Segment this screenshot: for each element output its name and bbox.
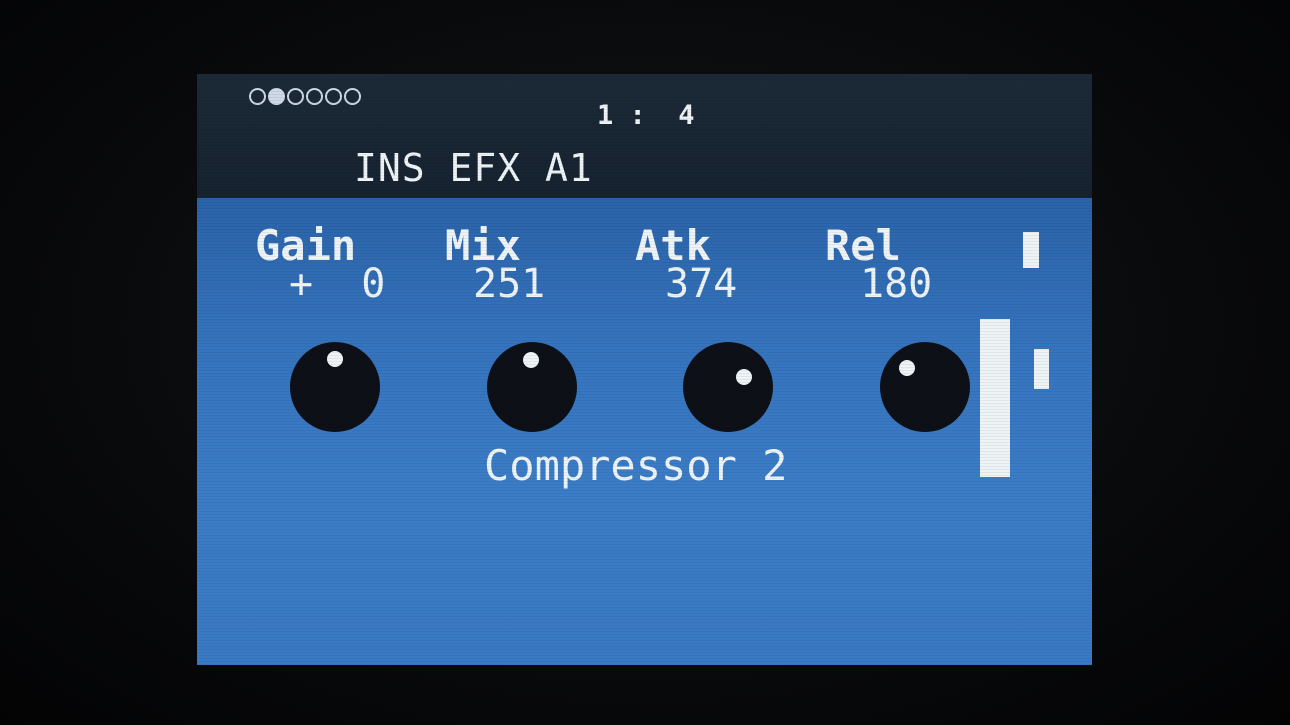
scroll-indicator (1034, 349, 1049, 389)
effect-type-label: Compressor 2 (484, 441, 788, 490)
knob-indicator-dot (736, 369, 752, 385)
page-dot (325, 88, 342, 105)
knob-indicator-dot (899, 360, 915, 376)
param-value-rel: 180 (860, 261, 933, 307)
page-dot (287, 88, 304, 105)
page-dot-active (268, 88, 285, 105)
level-meter-bar (980, 319, 1010, 477)
param-value-atk: 374 (665, 261, 738, 307)
page-title: INS EFX A1 (354, 146, 593, 190)
rel-knob[interactable] (880, 342, 970, 432)
page-dot (249, 88, 266, 105)
atk-knob[interactable] (683, 342, 773, 432)
mix-knob[interactable] (487, 342, 577, 432)
lcd-screen: 1 : 4 INS EFX A1 Gain Mix Atk Rel + 0 25… (197, 74, 1092, 665)
position-readout: 1 : 4 (597, 100, 695, 131)
page-dot (344, 88, 361, 105)
param-value-gain: + 0 (289, 261, 386, 307)
knob-indicator-dot (327, 351, 343, 367)
param-value-mix: 251 (473, 261, 546, 307)
scroll-indicator-top (1023, 232, 1039, 268)
gain-knob[interactable] (290, 342, 380, 432)
header-bar: 1 : 4 INS EFX A1 (197, 74, 1092, 198)
page-indicator (249, 88, 361, 105)
page-dot (306, 88, 323, 105)
knob-indicator-dot (523, 352, 539, 368)
